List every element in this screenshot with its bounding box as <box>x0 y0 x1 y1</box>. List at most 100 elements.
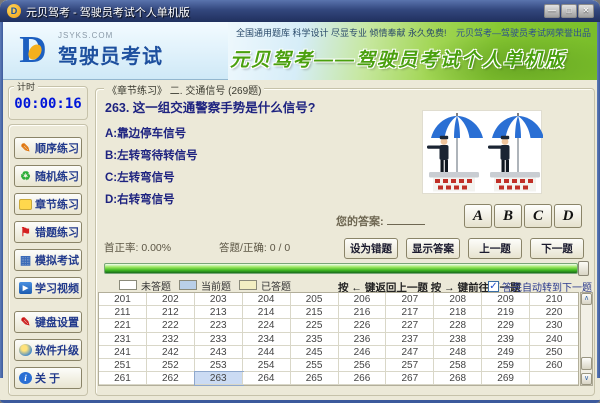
banner-publisher: 元贝驾考—驾驶员考试网荣誉出品 <box>455 28 591 38</box>
question-number-cell[interactable]: 219 <box>482 306 531 320</box>
question-number-cell[interactable]: 201 <box>99 293 147 307</box>
question-number-cell[interactable]: 246 <box>338 345 387 359</box>
question-number-cell[interactable]: 255 <box>290 358 339 373</box>
question-number-cell[interactable]: 211 <box>99 306 147 320</box>
question-number-cell[interactable]: 205 <box>290 293 339 307</box>
question-number-cell[interactable]: 212 <box>146 306 195 320</box>
sidebar-item-chapter-practice[interactable]: 章节练习 <box>14 193 82 215</box>
pencil-icon: ✎ <box>20 140 31 155</box>
question-number-cell[interactable]: 257 <box>386 358 435 373</box>
question-number-cell[interactable]: 228 <box>434 319 483 333</box>
question-number-cell[interactable]: 232 <box>146 332 195 346</box>
question-number-cell[interactable]: 256 <box>338 358 387 373</box>
question-number-cell[interactable]: 264 <box>242 372 291 386</box>
sidebar-item-about[interactable]: i关 于 <box>14 367 82 389</box>
question-number-cell[interactable]: 225 <box>290 319 339 333</box>
question-number-cell[interactable]: 207 <box>386 293 435 307</box>
question-number-cell[interactable]: 239 <box>482 332 531 346</box>
question-number-cell[interactable]: 258 <box>434 358 483 373</box>
question-number-cell[interactable]: 222 <box>146 319 195 333</box>
question-number-cell[interactable]: 213 <box>194 306 243 320</box>
question-number-cell[interactable]: 203 <box>194 293 243 307</box>
question-number-cell[interactable]: 226 <box>338 319 387 333</box>
question-number-cell[interactable]: 209 <box>482 293 531 307</box>
question-number-cell[interactable]: 243 <box>194 345 243 359</box>
answer-choice-d[interactable]: D <box>554 204 582 228</box>
question-number-cell[interactable]: 254 <box>242 358 291 373</box>
question-number-cell[interactable]: 215 <box>290 306 339 320</box>
question-number-cell[interactable]: 268 <box>434 372 483 386</box>
question-number-cell[interactable]: 245 <box>290 345 339 359</box>
question-number-cell[interactable]: 261 <box>99 372 147 386</box>
answer-choice-c[interactable]: C <box>524 204 552 228</box>
question-number-cell[interactable]: 237 <box>386 332 435 346</box>
question-number-cell[interactable]: 262 <box>146 372 195 386</box>
auto-next-checkbox[interactable]: ✓ <box>488 281 499 292</box>
answer-choice-b[interactable]: B <box>494 204 522 228</box>
mark-wrong-button[interactable]: 设为错题 <box>344 238 398 259</box>
question-number-cell[interactable]: 244 <box>242 345 291 359</box>
question-number-cell[interactable]: 247 <box>386 345 435 359</box>
scroll-down-button[interactable]: ∨ <box>581 373 592 385</box>
question-number-cell[interactable]: 265 <box>290 372 339 386</box>
question-number-cell[interactable]: 221 <box>99 319 147 333</box>
sidebar-item-random-practice[interactable]: ♻ 随机练习 <box>14 165 82 187</box>
sidebar-item-keyboard-settings[interactable]: ✎ 键盘设置 <box>14 311 82 333</box>
globe-icon <box>19 344 32 356</box>
question-number-cell-current[interactable]: 263 <box>193 371 244 387</box>
question-number-cell[interactable]: 218 <box>434 306 483 320</box>
maximize-button[interactable]: □ <box>561 4 577 18</box>
question-number-cell[interactable]: 230 <box>530 319 578 333</box>
sidebar-item-study-video[interactable]: ▶ 学习视频 <box>14 277 82 299</box>
answer-choice-a[interactable]: A <box>464 204 492 228</box>
sidebar-item-sequential-practice[interactable]: ✎ 顺序练习 <box>14 137 82 159</box>
question-number-cell[interactable]: 242 <box>146 345 195 359</box>
next-question-button[interactable]: 下一题 <box>530 238 584 259</box>
scroll-up-button[interactable]: ∧ <box>581 293 592 305</box>
question-number-cell[interactable]: 206 <box>338 293 387 307</box>
question-number-cell[interactable]: 208 <box>434 293 483 307</box>
question-number-cell[interactable]: 204 <box>242 293 291 307</box>
sidebar-item-software-upgrade[interactable]: 软件升级 <box>14 339 82 361</box>
sidebar-item-wrong-questions[interactable]: ⚑ 错题练习 <box>14 221 82 243</box>
question-number-cell[interactable]: 260 <box>530 358 578 373</box>
question-number-cell[interactable]: 253 <box>194 358 243 373</box>
question-number-cell[interactable]: 216 <box>338 306 387 320</box>
question-number-cell[interactable]: 241 <box>99 345 147 359</box>
question-number-cell[interactable]: 267 <box>386 372 435 386</box>
question-number-cell[interactable]: 249 <box>482 345 531 359</box>
question-number-cell[interactable]: 250 <box>530 345 578 359</box>
question-number-cell[interactable]: 210 <box>530 293 578 307</box>
question-number-cell[interactable]: 229 <box>482 319 531 333</box>
minimize-button[interactable]: — <box>544 4 560 18</box>
question-number-cell[interactable]: 220 <box>530 306 578 320</box>
scroll-thumb[interactable] <box>581 357 592 370</box>
question-number-cell[interactable]: 224 <box>242 319 291 333</box>
show-answer-button[interactable]: 显示答案 <box>406 238 460 259</box>
progress-slider-handle[interactable] <box>578 261 589 276</box>
question-number-cell[interactable]: 227 <box>386 319 435 333</box>
question-number-cell[interactable]: 214 <box>242 306 291 320</box>
question-number-cell[interactable]: 231 <box>99 332 147 346</box>
close-button[interactable]: ✕ <box>578 4 594 18</box>
question-number-cell[interactable]: 238 <box>434 332 483 346</box>
flag-icon: ⚑ <box>20 224 31 239</box>
question-number-cell[interactable]: 251 <box>99 358 147 373</box>
sidebar-item-mock-exam[interactable]: ▦ 模拟考试 <box>14 249 82 271</box>
question-number-cell[interactable]: 223 <box>194 319 243 333</box>
question-number-cell[interactable]: 233 <box>194 332 243 346</box>
question-number-cell[interactable]: 240 <box>530 332 578 346</box>
prev-question-button[interactable]: 上一题 <box>468 238 522 259</box>
question-number-cell[interactable]: 259 <box>482 358 531 373</box>
answer-blank <box>386 214 425 225</box>
question-number-cell[interactable]: 236 <box>338 332 387 346</box>
question-number-cell[interactable]: 269 <box>482 372 531 386</box>
question-number-cell[interactable]: 217 <box>386 306 435 320</box>
question-number-cell[interactable]: 202 <box>146 293 195 307</box>
question-number-cell[interactable]: 234 <box>242 332 291 346</box>
question-number-cell[interactable]: 248 <box>434 345 483 359</box>
question-number-cell[interactable]: 266 <box>338 372 387 386</box>
question-number-cell[interactable]: 235 <box>290 332 339 346</box>
question-number-cell[interactable]: 252 <box>146 358 195 373</box>
grid-scrollbar[interactable]: ∧ ∨ <box>580 292 593 386</box>
